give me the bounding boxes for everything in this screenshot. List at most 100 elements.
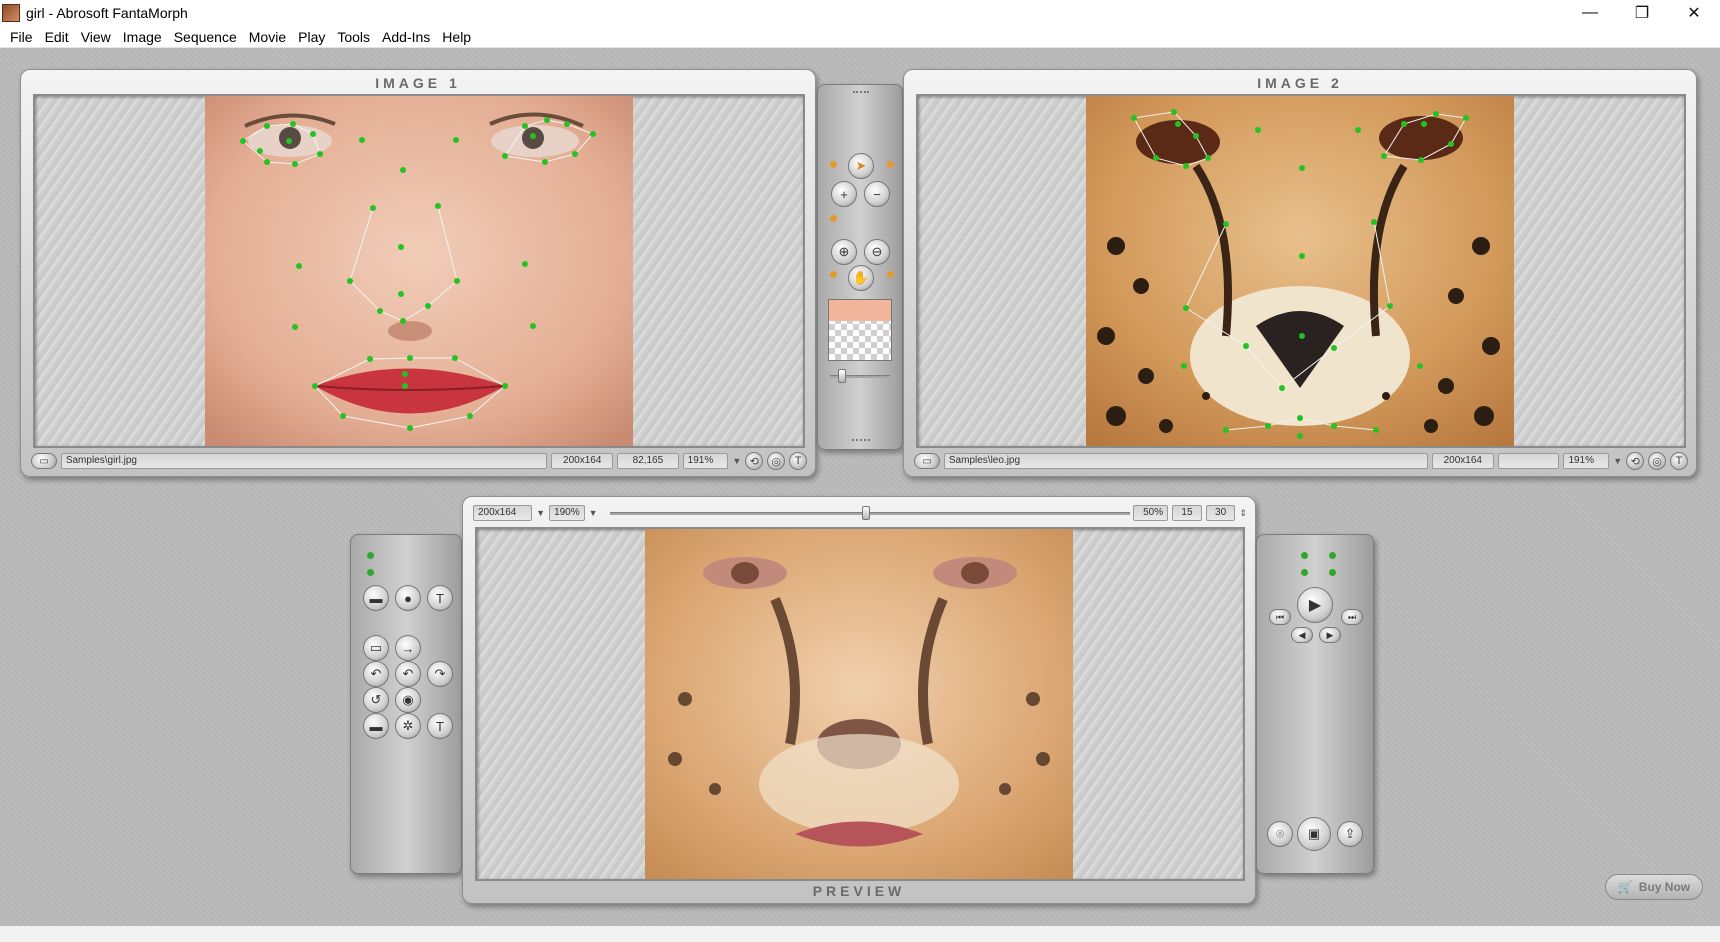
grip-icon xyxy=(852,435,870,441)
preview-size-field[interactable]: 200x164 xyxy=(473,505,533,521)
preview-total-frames-field[interactable]: 30 xyxy=(1205,505,1236,521)
opacity-slider-thumb[interactable] xyxy=(838,369,846,383)
image1-fit-icon[interactable]: ⟲ xyxy=(745,452,764,470)
menu-tools[interactable]: Tools xyxy=(331,29,376,45)
toggle-indicator[interactable] xyxy=(367,552,374,559)
play-button[interactable]: ▶ xyxy=(1297,587,1333,623)
grip-icon xyxy=(853,91,869,97)
zoom-in-icon[interactable]: ⊕ xyxy=(831,239,857,265)
menu-play[interactable]: Play xyxy=(292,29,331,45)
preview-zoom-dropdown-icon[interactable]: ▼ xyxy=(589,508,598,518)
image2-center-icon[interactable]: ◎ xyxy=(1648,452,1667,470)
edit-tools-panel: ➤ + − ⊕ ⊖ ✋ xyxy=(817,84,903,450)
maximize-button[interactable]: ❐ xyxy=(1616,0,1668,26)
preview-panel: 200x164 ▼ 190% ▼ 50% 15 30 ⇕ PREVIEW xyxy=(462,496,1256,904)
reset-button[interactable]: ▬ xyxy=(363,713,389,739)
menu-help[interactable]: Help xyxy=(436,29,477,45)
image2-panel: IMAGE 2 ▭ Samples\leo.jpg 200x164 191% ▼… xyxy=(903,69,1697,477)
loop-indicator[interactable] xyxy=(1329,552,1336,559)
warp-button-1[interactable]: ↶ xyxy=(363,661,389,687)
indicator-dot xyxy=(830,215,837,222)
title-bar: girl - Abrosoft FantaMorph — ❐ ✕ xyxy=(0,0,1720,26)
prev-frame-button[interactable]: ◀ xyxy=(1291,627,1313,643)
rotate-button[interactable]: ↺ xyxy=(363,687,389,713)
menu-view[interactable]: View xyxy=(75,29,117,45)
image2-open-button[interactable]: ▭ xyxy=(914,453,940,469)
loop-indicator[interactable] xyxy=(1301,552,1308,559)
preview-frame-field[interactable]: 15 xyxy=(1172,505,1202,521)
hand-pan-icon[interactable]: ✋ xyxy=(848,265,874,291)
image1-viewport[interactable] xyxy=(33,94,805,448)
loop-indicator[interactable] xyxy=(1329,569,1336,576)
preview-size-dropdown-icon[interactable]: ▼ xyxy=(536,508,545,518)
first-frame-button[interactable]: ⏮ xyxy=(1269,609,1291,625)
frame-button[interactable]: ▭ xyxy=(363,635,389,661)
image2-size-field: 200x164 xyxy=(1431,453,1494,469)
add-point-button[interactable]: + xyxy=(831,181,857,207)
mask-button[interactable]: ● xyxy=(395,585,421,611)
menu-sequence[interactable]: Sequence xyxy=(168,29,243,45)
cart-icon: 🛒 xyxy=(1617,880,1633,894)
image2-path-field: Samples\leo.jpg xyxy=(943,453,1428,469)
image2-zoom-field[interactable]: 191% xyxy=(1563,453,1610,469)
warp-button-2[interactable]: ↶ xyxy=(395,661,421,687)
view-eye-icon[interactable]: ◉ xyxy=(395,687,421,713)
preview-toolbar: 200x164 ▼ 190% ▼ 50% 15 30 ⇕ xyxy=(473,505,1247,521)
warp-button-3[interactable]: ↷ xyxy=(427,661,453,687)
indicator-dot xyxy=(887,161,894,168)
frame-spinner-icon[interactable]: ⇕ xyxy=(1239,508,1247,519)
publish-icon[interactable]: ⇪ xyxy=(1337,821,1363,847)
image1-zoom-field[interactable]: 191% xyxy=(682,453,729,469)
minimize-button[interactable]: — xyxy=(1564,0,1616,26)
menu-bar: File Edit View Image Sequence Movie Play… xyxy=(0,26,1720,48)
close-button[interactable]: ✕ xyxy=(1668,0,1720,26)
buy-now-label: Buy Now xyxy=(1638,880,1691,894)
image1-size-field: 200x164 xyxy=(551,453,614,469)
image1-text-icon[interactable]: T xyxy=(789,452,808,470)
preview-viewport[interactable] xyxy=(475,527,1245,881)
last-frame-button[interactable]: ⏭ xyxy=(1341,609,1363,625)
playback-panel: ▶ ⏮ ⏭ ◀ ▶ ⌾ ▣ ⇪ xyxy=(1256,534,1374,874)
remove-point-button[interactable]: − xyxy=(864,181,890,207)
image1-center-icon[interactable]: ◎ xyxy=(767,452,786,470)
color-picker-swatch[interactable] xyxy=(828,299,892,361)
loop-indicator[interactable] xyxy=(1301,569,1308,576)
image2-fit-icon[interactable]: ⟲ xyxy=(1626,452,1645,470)
menu-file[interactable]: File xyxy=(4,29,39,45)
menu-image[interactable]: Image xyxy=(117,29,168,45)
image2-text-icon[interactable]: T xyxy=(1670,452,1689,470)
indicator-dot xyxy=(830,161,837,168)
image2-title: IMAGE 2 xyxy=(1257,75,1343,91)
next-frame-button[interactable]: ▶ xyxy=(1319,627,1341,643)
toggle-indicator[interactable] xyxy=(367,569,374,576)
text-button[interactable]: T xyxy=(427,585,453,611)
girl-face-image xyxy=(205,96,633,446)
snapshot-camera-icon[interactable]: ⌾ xyxy=(1267,821,1293,847)
image1-status-bar: ▭ Samples\girl.jpg 200x164 82,165 191% ▼… xyxy=(31,452,808,470)
preview-zoom-field[interactable]: 190% xyxy=(549,505,585,521)
export-film-icon[interactable]: ▣ xyxy=(1297,817,1331,851)
arrow-button[interactable]: → xyxy=(395,635,421,661)
image1-coords-field: 82,165 xyxy=(617,453,679,469)
caption-button[interactable]: T xyxy=(427,713,453,739)
menu-edit[interactable]: Edit xyxy=(39,29,75,45)
menu-movie[interactable]: Movie xyxy=(243,29,292,45)
buy-now-button[interactable]: 🛒 Buy Now xyxy=(1605,874,1703,900)
preview-tools-panel: ▬ ● T ▭ → ↶ ↶ ↷ ↺ ◉ ▬ ✲ T xyxy=(350,534,462,874)
indicator-dot xyxy=(830,271,837,278)
image1-open-button[interactable]: ▭ xyxy=(31,453,57,469)
image1-zoom-dropdown-icon[interactable]: ▼ xyxy=(732,456,741,466)
timeline-track[interactable] xyxy=(609,512,1130,515)
settings-gear-icon[interactable]: ✲ xyxy=(395,713,421,739)
menu-add-ins[interactable]: Add-Ins xyxy=(376,29,436,45)
image1-panel: IMAGE 1 ▭ Samples\girl.jpg 200x164 82,16… xyxy=(20,69,816,477)
outline-button[interactable]: ▬ xyxy=(363,585,389,611)
zoom-out-icon[interactable]: ⊖ xyxy=(864,239,890,265)
timeline-slider[interactable] xyxy=(609,505,1130,521)
preview-percent-field: 50% xyxy=(1132,505,1169,521)
select-cursor-button[interactable]: ➤ xyxy=(848,153,874,179)
image2-zoom-dropdown-icon[interactable]: ▼ xyxy=(1613,456,1622,466)
timeline-thumb[interactable] xyxy=(861,506,870,520)
morph-preview-image xyxy=(645,529,1073,879)
image2-viewport[interactable] xyxy=(916,94,1686,448)
